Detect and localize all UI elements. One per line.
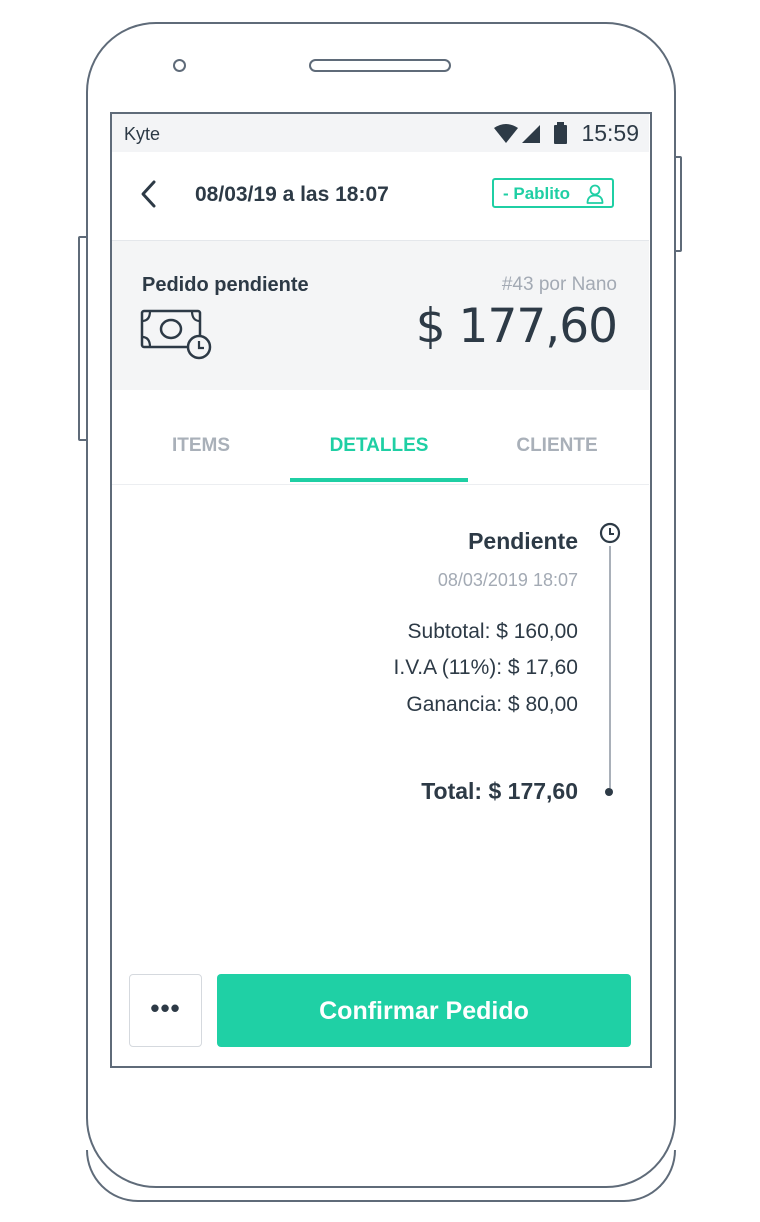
wifi-icon — [494, 124, 518, 143]
more-options-button[interactable]: ••• — [129, 974, 202, 1047]
tab-detalles[interactable]: DETALLES — [290, 435, 468, 457]
confirm-order-label: Confirmar Pedido — [319, 997, 529, 1025]
tab-items[interactable]: ITEMS — [112, 435, 290, 457]
timeline-end-dot — [605, 788, 613, 796]
signal-icon — [522, 125, 540, 143]
status-bar: Kyte 15:59 — [112, 114, 649, 152]
order-reference: #43 por Nano — [501, 274, 617, 295]
detail-subtotal: Subtotal: $ 160,00 — [407, 620, 578, 643]
detail-total: Total: $ 177,60 — [421, 778, 578, 804]
detail-status: Pendiente — [468, 528, 578, 554]
status-app-name: Kyte — [124, 124, 161, 144]
order-header: 08/03/19 a las 18:07 - Pablito — [112, 152, 649, 241]
seller-name: - Pablito — [503, 184, 571, 203]
seller-chip[interactable]: - Pablito — [492, 178, 614, 208]
order-total-amount: $ 177,60 — [415, 299, 618, 354]
app-screen: Kyte 15:59 08/03/19 a las 18:07 - Pablit… — [110, 112, 652, 1068]
order-status: Pedido pendiente — [142, 274, 309, 296]
battery-icon — [554, 122, 567, 144]
more-options-label: ••• — [150, 993, 181, 1023]
back-arrow-icon[interactable] — [134, 174, 174, 214]
detail-profit: Ganancia: $ 80,00 — [406, 693, 578, 716]
status-time: 15:59 — [581, 120, 639, 146]
tab-cliente[interactable]: CLIENTE — [468, 435, 646, 457]
confirm-order-button[interactable]: Confirmar Pedido — [217, 974, 631, 1047]
order-summary: Pedido pendiente #43 por Nano $ 177,60 — [112, 241, 649, 390]
clock-icon — [599, 522, 621, 544]
earpiece-speaker — [309, 59, 451, 72]
order-tabs: ITEMS DETALLES CLIENTE — [112, 390, 649, 485]
detail-date: 08/03/2019 18:07 — [437, 570, 578, 590]
money-clock-icon — [140, 309, 212, 360]
timeline-line — [609, 546, 611, 788]
user-icon — [586, 184, 604, 204]
order-datetime-title: 08/03/19 a las 18:07 — [195, 183, 389, 206]
detail-tax: I.V.A (11%): $ 17,60 — [393, 656, 578, 679]
status-icons — [494, 122, 567, 144]
front-camera — [173, 59, 186, 72]
active-tab-indicator — [290, 478, 468, 482]
